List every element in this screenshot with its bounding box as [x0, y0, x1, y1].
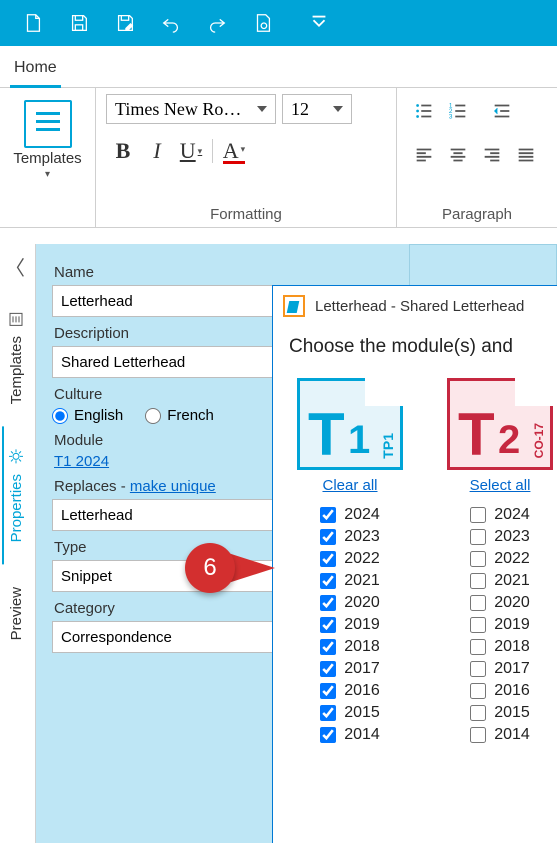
- t1-tile[interactable]: T 1 TP1: [295, 376, 405, 471]
- t2-year-2017[interactable]: 2017: [470, 660, 530, 678]
- formatting-group-label: Formatting: [106, 200, 386, 227]
- save-as-icon[interactable]: [102, 0, 148, 46]
- culture-english-radio[interactable]: English: [52, 407, 123, 424]
- t1-year-2015[interactable]: 2015: [320, 704, 380, 722]
- underline-button[interactable]: U▾: [174, 134, 208, 168]
- t2-year-list: 2024 2023 2022 2021 2020 2019 2018 2017 …: [470, 506, 530, 744]
- bullet-list-button[interactable]: [407, 94, 441, 128]
- t1-year-2020[interactable]: 2020: [320, 594, 380, 612]
- undo-icon[interactable]: [148, 0, 194, 46]
- side-tab-templates[interactable]: Templates: [2, 288, 29, 426]
- customize-qat-icon[interactable]: [296, 0, 342, 46]
- dialog-prompt: Choose the module(s) and: [273, 326, 557, 376]
- clear-all-link[interactable]: Clear all: [322, 477, 377, 494]
- tab-home[interactable]: Home: [0, 51, 71, 87]
- align-left-button[interactable]: [407, 138, 441, 172]
- t1-letter: T: [308, 405, 345, 465]
- culture-french-radio[interactable]: French: [145, 407, 214, 424]
- align-right-button[interactable]: [475, 138, 509, 172]
- t2-letter: T: [458, 405, 495, 465]
- t1-column: T 1 TP1 Clear all 2024 2023 2022 2021 20…: [295, 376, 405, 744]
- t2-tile[interactable]: T 2 CO-17: [445, 376, 555, 471]
- chevron-down-icon: ▾: [45, 169, 50, 180]
- side-tab-preview[interactable]: Preview: [2, 565, 29, 662]
- callout-number: 6: [203, 554, 216, 582]
- t2-year-2021[interactable]: 2021: [470, 572, 530, 590]
- paragraph-group-label: Paragraph: [407, 200, 547, 227]
- app-icon: [283, 295, 305, 317]
- t1-year-2017[interactable]: 2017: [320, 660, 380, 678]
- t1-year-2019[interactable]: 2019: [320, 616, 380, 634]
- t1-year-2024[interactable]: 2024: [320, 506, 380, 524]
- font-size-value: 12: [291, 99, 309, 120]
- t2-year-2022[interactable]: 2022: [470, 550, 530, 568]
- t2-year-2016[interactable]: 2016: [470, 682, 530, 700]
- gear-icon: [8, 448, 24, 464]
- separator: [212, 139, 213, 163]
- font-name-combo[interactable]: Times New Ro…: [106, 94, 276, 124]
- make-unique-link[interactable]: make unique: [130, 478, 216, 495]
- side-tab-strip: 〈 Templates Properties Preview: [0, 244, 30, 662]
- t1-year-list: 2024 2023 2022 2021 2020 2019 2018 2017 …: [320, 506, 380, 744]
- italic-button[interactable]: I: [140, 134, 174, 168]
- font-name-value: Times New Ro…: [115, 99, 241, 120]
- t2-column: T 2 CO-17 Select all 2024 2023 2022 2021…: [445, 376, 555, 744]
- t1-year-2023[interactable]: 2023: [320, 528, 380, 546]
- chevron-down-icon: [257, 106, 267, 112]
- side-tab-templates-label: Templates: [8, 336, 25, 404]
- ribbon-tabs: Home: [0, 46, 557, 88]
- module-link[interactable]: T1 2024: [54, 453, 109, 470]
- redo-icon[interactable]: [194, 0, 240, 46]
- templates-label: Templates: [13, 150, 81, 167]
- module-picker-dialog: Letterhead - Shared Letterhead Choose th…: [272, 285, 557, 843]
- t1-year-2021[interactable]: 2021: [320, 572, 380, 590]
- t1-year-2014[interactable]: 2014: [320, 726, 380, 744]
- t1-year-2016[interactable]: 2016: [320, 682, 380, 700]
- svg-text:3: 3: [449, 113, 453, 120]
- t2-year-2019[interactable]: 2019: [470, 616, 530, 634]
- new-file-icon[interactable]: [10, 0, 56, 46]
- side-tab-properties-label: Properties: [8, 474, 25, 542]
- dialog-title: Letterhead - Shared Letterhead: [315, 298, 524, 315]
- align-center-button[interactable]: [441, 138, 475, 172]
- callout-marker: 6: [185, 540, 285, 596]
- t2-year-2015[interactable]: 2015: [470, 704, 530, 722]
- english-label: English: [74, 407, 123, 424]
- t1-number: 1: [348, 418, 370, 463]
- number-list-button[interactable]: 123: [441, 94, 475, 128]
- save-icon[interactable]: [56, 0, 102, 46]
- align-justify-button[interactable]: [509, 138, 543, 172]
- bold-button[interactable]: B: [106, 134, 140, 168]
- t2-side-label: CO-17: [532, 423, 546, 458]
- chevron-down-icon: [333, 106, 343, 112]
- t1-side-label: TP1: [380, 433, 396, 459]
- t1-year-2018[interactable]: 2018: [320, 638, 380, 656]
- side-tab-preview-label: Preview: [8, 587, 25, 640]
- collapse-panel-button[interactable]: 〈: [0, 244, 30, 288]
- select-all-link[interactable]: Select all: [470, 477, 531, 494]
- dialog-titlebar: Letterhead - Shared Letterhead: [273, 286, 557, 326]
- quick-access-toolbar: [0, 0, 557, 46]
- font-color-button[interactable]: A▾: [217, 134, 251, 168]
- templates-tab-icon: [8, 310, 24, 326]
- t2-year-2018[interactable]: 2018: [470, 638, 530, 656]
- t2-year-2024[interactable]: 2024: [470, 506, 530, 524]
- decrease-indent-button[interactable]: [485, 94, 519, 128]
- t2-number: 2: [498, 418, 520, 463]
- t2-year-2014[interactable]: 2014: [470, 726, 530, 744]
- t1-year-2022[interactable]: 2022: [320, 550, 380, 568]
- templates-dropdown[interactable]: Templates ▾: [8, 94, 88, 180]
- file-settings-icon[interactable]: [240, 0, 286, 46]
- templates-icon: [24, 100, 72, 148]
- t2-year-2023[interactable]: 2023: [470, 528, 530, 546]
- ribbon: Templates ▾ Times New Ro… 12 B I U▾ A▾ F…: [0, 88, 557, 228]
- french-label: French: [167, 407, 214, 424]
- font-size-combo[interactable]: 12: [282, 94, 352, 124]
- t2-year-2020[interactable]: 2020: [470, 594, 530, 612]
- side-tab-properties[interactable]: Properties: [2, 426, 29, 564]
